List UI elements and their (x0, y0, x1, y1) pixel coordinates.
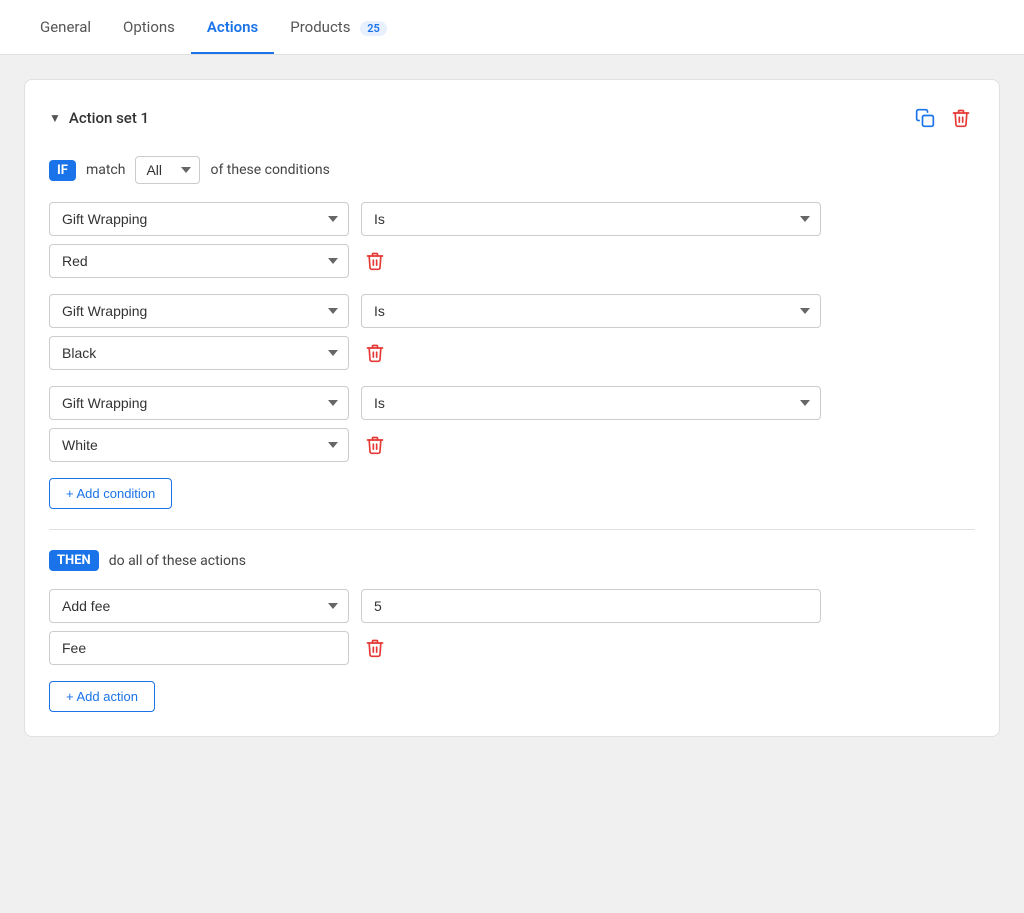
delete-condition-3-button[interactable] (361, 431, 389, 459)
action-1-label-input[interactable] (49, 631, 349, 665)
then-header: THEN do all of these actions (49, 550, 975, 571)
if-badge: IF (49, 160, 76, 181)
trash-icon (365, 343, 385, 363)
add-action-button[interactable]: + Add action (49, 681, 155, 712)
section-divider (49, 529, 975, 530)
condition-2: Gift Wrapping Is Is not Black Red White (49, 294, 975, 370)
condition-2-field-select[interactable]: Gift Wrapping (49, 294, 349, 328)
action-set-header: ▼ Action set 1 (49, 104, 975, 132)
condition-3-field-select[interactable]: Gift Wrapping (49, 386, 349, 420)
delete-action-1-button[interactable] (361, 634, 389, 662)
condition-2-operator-select[interactable]: Is Is not (361, 294, 821, 328)
tab-general[interactable]: General (24, 0, 107, 54)
chevron-down-icon: ▼ (49, 111, 61, 125)
products-badge: 25 (360, 21, 387, 36)
tab-actions[interactable]: Actions (191, 0, 274, 54)
condition-3-operator-select[interactable]: Is Is not (361, 386, 821, 420)
delete-action-set-button[interactable] (947, 104, 975, 132)
delete-condition-1-button[interactable] (361, 247, 389, 275)
delete-condition-2-button[interactable] (361, 339, 389, 367)
action-set-title: ▼ Action set 1 (49, 109, 149, 127)
action-1-type-select[interactable]: Add fee (49, 589, 349, 623)
tab-bar: General Options Actions Products 25 (0, 0, 1024, 55)
condition-2-value-select[interactable]: Black Red White (49, 336, 349, 370)
action-set-controls (911, 104, 975, 132)
copy-action-set-button[interactable] (911, 104, 939, 132)
action-1-value-input[interactable] (361, 589, 821, 623)
condition-1: Gift Wrapping Is Is not Red Black White (49, 202, 975, 278)
condition-3-value-row: White Red Black (49, 428, 975, 462)
match-label: match (86, 162, 126, 178)
condition-2-value-row: Black Red White (49, 336, 975, 370)
condition-header: IF match All Any of these conditions (49, 156, 975, 184)
then-text: do all of these actions (109, 553, 246, 569)
condition-2-row: Gift Wrapping Is Is not (49, 294, 975, 328)
condition-3-value-select[interactable]: White Red Black (49, 428, 349, 462)
delete-icon (951, 108, 971, 128)
tab-options[interactable]: Options (107, 0, 191, 54)
action-1-row: Add fee (49, 589, 975, 623)
match-select[interactable]: All Any (135, 156, 200, 184)
add-condition-button[interactable]: + Add condition (49, 478, 172, 509)
main-content: ▼ Action set 1 (0, 55, 1024, 761)
trash-icon (365, 251, 385, 271)
copy-icon (915, 108, 935, 128)
condition-1-field-select[interactable]: Gift Wrapping (49, 202, 349, 236)
condition-suffix: of these conditions (210, 162, 329, 178)
action-1-label-row (49, 631, 975, 665)
then-badge: THEN (49, 550, 99, 571)
condition-3-row: Gift Wrapping Is Is not (49, 386, 975, 420)
condition-1-row: Gift Wrapping Is Is not (49, 202, 975, 236)
trash-icon (365, 435, 385, 455)
tab-products[interactable]: Products 25 (274, 0, 403, 54)
condition-1-value-select[interactable]: Red Black White (49, 244, 349, 278)
condition-1-value-row: Red Black White (49, 244, 975, 278)
action-set-card: ▼ Action set 1 (24, 79, 1000, 737)
trash-icon (365, 638, 385, 658)
action-1: Add fee (49, 589, 975, 665)
condition-3: Gift Wrapping Is Is not White Red Black (49, 386, 975, 462)
condition-1-operator-select[interactable]: Is Is not (361, 202, 821, 236)
